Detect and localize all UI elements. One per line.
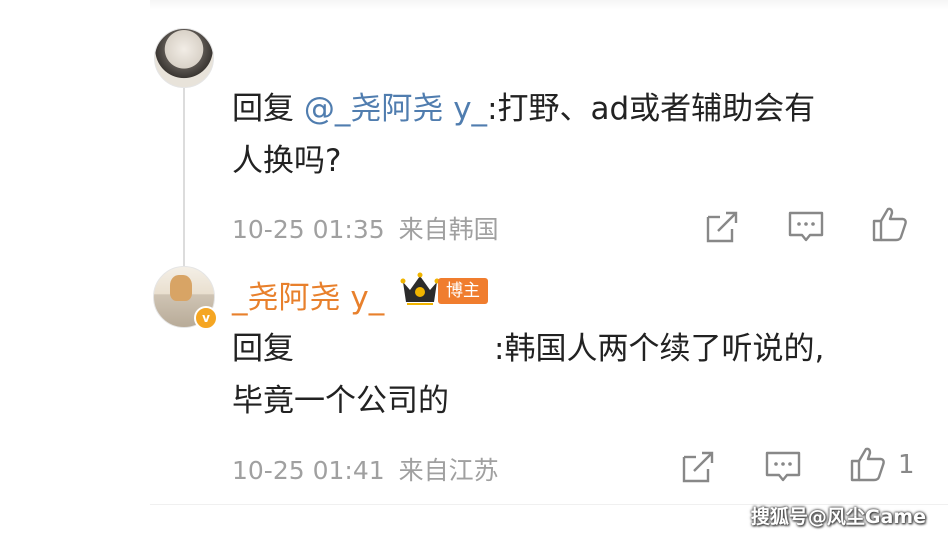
comment-body-line: 回复 :韩国人两个续了听说的,	[232, 326, 824, 372]
redacted-mention	[294, 349, 494, 359]
like-count: 1	[898, 450, 915, 480]
thread-connector-line	[183, 78, 185, 278]
comment-body-line: 回复 @_尧阿尧 y_:打野、ad或者辅助会有	[232, 86, 815, 132]
dog-image	[170, 275, 192, 301]
share-icon[interactable]	[678, 447, 718, 487]
thumbs-up-icon[interactable]	[848, 444, 888, 484]
username[interactable]: _尧阿尧 y_	[232, 272, 384, 317]
blogger-badge: 博主	[438, 278, 488, 304]
comment-text: :韩国人两个续了听说的,	[494, 331, 825, 367]
reply-prefix: 回复	[232, 331, 294, 367]
comment-icon[interactable]	[763, 447, 803, 487]
mention-link[interactable]: @_尧阿尧 y_	[304, 91, 487, 127]
comment-body-line: 人换吗?	[232, 138, 341, 184]
comment-text: :打野、ad或者辅助会有	[487, 91, 816, 127]
avatar[interactable]	[154, 28, 214, 88]
thumbs-up-icon[interactable]	[870, 204, 910, 244]
comment-icon[interactable]	[786, 207, 826, 247]
comment-meta: 10-25 01:35 来自韩国	[232, 210, 499, 246]
verified-badge-icon: v	[194, 306, 218, 330]
top-edge	[150, 0, 948, 10]
share-icon[interactable]	[702, 207, 742, 247]
comment-meta: 10-25 01:41 来自江苏	[232, 451, 499, 487]
watermark: 搜狐号@风尘Game	[750, 506, 926, 528]
location: 来自韩国	[398, 215, 499, 244]
reply-prefix: 回复	[232, 91, 294, 127]
comment-text: 毕竟一个公司的	[232, 383, 449, 419]
timestamp: 10-25 01:35	[232, 215, 385, 244]
timestamp: 10-25 01:41	[232, 456, 385, 485]
comment-body-line: 毕竟一个公司的	[232, 378, 449, 424]
comment-text: 人换吗?	[232, 143, 342, 179]
location: 来自江苏	[398, 456, 499, 485]
comment-thread: 回复 @_尧阿尧 y_:打野、ad或者辅助会有 人换吗? 10-25 01:35…	[0, 0, 948, 534]
crown-icon	[400, 272, 440, 305]
